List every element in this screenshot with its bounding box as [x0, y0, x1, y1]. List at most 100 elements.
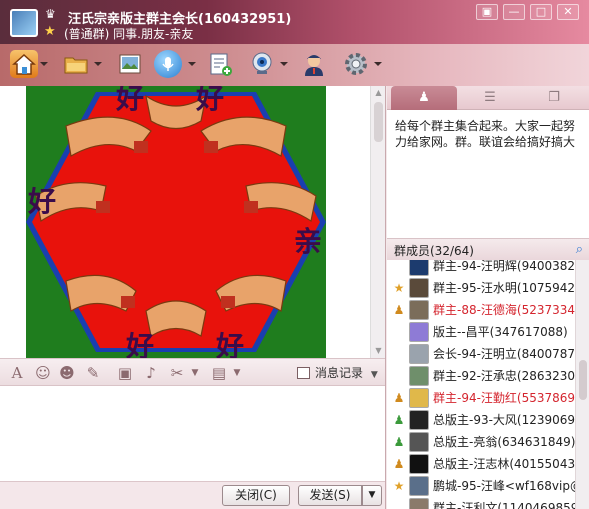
member-count: 群成员(32/64) — [394, 244, 474, 258]
image-icon[interactable]: ▣ — [116, 364, 134, 382]
close-button[interactable]: 关闭(C) — [222, 485, 290, 506]
member-name: 群主-92-汪承忠(2863230... — [433, 369, 575, 383]
close-window-button[interactable]: ✕ — [557, 4, 579, 20]
format-toolbar: A ☺ ☻ ✎ ▣ ♪ ✂ ▼ ▤ ▼ 消息记录 ▼ — [0, 358, 385, 386]
send-options-dropdown-icon[interactable]: ▼ — [362, 485, 382, 506]
message-area[interactable]: 好 好 好 亲 好 好 — [0, 86, 370, 358]
list-item[interactable]: ♟ 总版主-亮翁(634631849) — [387, 431, 575, 453]
webcam-dropdown-icon[interactable] — [280, 62, 288, 66]
member-role-icon — [392, 368, 406, 384]
list-item[interactable]: 群主-汪利文(1140469859) — [387, 497, 575, 509]
folder-button[interactable] — [62, 48, 102, 80]
screenshot-dropdown-icon[interactable]: ▼ — [186, 364, 204, 382]
avatar — [409, 322, 429, 342]
member-role-icon — [392, 260, 406, 274]
member-role-icon — [392, 500, 406, 509]
member-list-scroll-thumb[interactable] — [579, 360, 587, 400]
magic-face-icon[interactable]: ☻ — [58, 364, 76, 382]
person-icon: ♟ — [418, 90, 430, 105]
svg-text:好: 好 — [27, 185, 56, 218]
voice-button[interactable] — [154, 48, 198, 80]
maximize-button[interactable]: □ — [530, 4, 552, 20]
window-menu-icon[interactable]: ▣ — [476, 4, 498, 20]
settings-button[interactable] — [342, 48, 382, 80]
list-item[interactable]: 版主--昌平(347617088) — [387, 321, 575, 343]
history-icon — [297, 367, 310, 379]
scroll-up-icon[interactable]: ▲ — [374, 88, 383, 97]
home-icon — [10, 50, 38, 78]
list-item[interactable]: ★ 鹏城-95-汪峰<wf168vip@... — [387, 475, 575, 497]
list-item[interactable]: 会长-94-汪明立(840078796) — [387, 343, 575, 365]
member-list-scrollbar[interactable] — [575, 260, 589, 509]
tab-windows[interactable]: ❐ — [521, 86, 587, 110]
notes-add-icon — [206, 50, 234, 78]
shared-image[interactable]: 好 好 好 亲 好 好 — [26, 86, 326, 358]
list-item[interactable]: ♟ 群主-94-汪勤红(553786977) — [387, 387, 575, 409]
search-icon[interactable]: ⌕ — [576, 242, 583, 257]
member-name: 群主-汪利文(1140469859) — [433, 501, 575, 509]
star-icon: ★ — [44, 24, 56, 39]
member-name: 总版主-93-大风(123906945) — [433, 413, 575, 427]
settings-icon — [342, 50, 370, 78]
list-icon: ☰ — [484, 90, 496, 105]
voice-icon — [154, 50, 182, 78]
list-item[interactable]: ★ 群主-95-汪水明(1075942... — [387, 277, 575, 299]
group-avatar[interactable] — [10, 9, 38, 37]
message-scrollbar[interactable]: ▲ ▼ — [370, 86, 385, 358]
scroll-down-icon[interactable]: ▼ — [374, 346, 383, 355]
group-subtitle: (普通群) 同事.朋友-亲友 — [64, 27, 194, 41]
chat-pane: 好 好 好 亲 好 好 ▲ ▼ A ☺ ☻ ✎ ▣ ♪ ✂ ▼ ▤ ▼ 消息记录 — [0, 86, 386, 509]
avatar — [409, 366, 429, 386]
quick-reply-icon[interactable]: ▤ — [210, 364, 228, 382]
member-name: 群主-88-汪德海(523733467) — [433, 303, 575, 317]
message-history-button[interactable]: 消息记录 ▼ — [297, 363, 378, 383]
admin-button[interactable] — [300, 48, 328, 80]
message-input[interactable] — [0, 386, 385, 481]
member-name: 总版主-亮翁(634631849) — [433, 435, 575, 449]
list-item[interactable]: 群主-92-汪承忠(2863230... — [387, 365, 575, 387]
music-icon[interactable]: ♪ — [142, 364, 160, 382]
list-item[interactable]: ♟ 总版主-汪志林(401550431) — [387, 453, 575, 475]
avatar — [409, 410, 429, 430]
member-role-icon — [392, 346, 406, 362]
album-button[interactable] — [116, 48, 144, 80]
list-item[interactable]: 群主-94-汪明辉(940038200) — [387, 260, 575, 277]
emoji-icon[interactable]: ☺ — [34, 364, 52, 382]
home-button[interactable] — [10, 48, 48, 80]
list-item[interactable]: ♟ 总版主-93-大风(123906945) — [387, 409, 575, 431]
font-icon[interactable]: A — [8, 364, 26, 382]
webcam-button[interactable] — [248, 48, 288, 80]
right-pane: ♟ ☰ ❐ 给每个群主集合起来。大家一起努力给家网。群。联谊会给搞好搞大 群成员… — [387, 86, 589, 509]
avatar — [409, 454, 429, 474]
member-role-icon: ♟ — [393, 457, 405, 471]
message-scroll-thumb[interactable] — [374, 102, 383, 142]
star-member-icon: ★ — [393, 281, 405, 295]
screenshot-scissors-icon[interactable]: ✂ — [168, 364, 186, 382]
avatar — [409, 344, 429, 364]
minimize-button[interactable]: — — [503, 4, 525, 20]
avatar — [409, 476, 429, 496]
send-button[interactable]: 发送(S) — [298, 485, 362, 506]
home-dropdown-icon[interactable] — [40, 62, 48, 66]
folder-dropdown-icon[interactable] — [94, 62, 102, 66]
member-role-icon — [392, 324, 406, 340]
avatar — [409, 388, 429, 408]
svg-text:亲: 亲 — [294, 225, 322, 258]
list-item[interactable]: ♟ 群主-88-汪德海(523733467) — [387, 299, 575, 321]
folder-icon — [62, 50, 90, 78]
tab-list[interactable]: ☰ — [457, 86, 523, 110]
admin-member-icon: ♟ — [393, 303, 405, 317]
admin-member-icon: ♟ — [393, 391, 405, 405]
star-member-icon: ★ — [393, 479, 405, 493]
notes-button[interactable] — [206, 48, 234, 80]
tab-members[interactable]: ♟ — [391, 86, 457, 110]
member-list-header: 群成员(32/64) ⌕ — [387, 238, 589, 260]
voice-dropdown-icon[interactable] — [188, 62, 196, 66]
avatar — [409, 260, 429, 276]
settings-dropdown-icon[interactable] — [374, 62, 382, 66]
handwriting-icon[interactable]: ✎ — [84, 364, 102, 382]
quick-reply-dropdown-icon[interactable]: ▼ — [228, 364, 246, 382]
svg-text:好: 好 — [215, 330, 244, 358]
history-dropdown-icon[interactable]: ▼ — [371, 370, 378, 380]
member-name: 总版主-汪志林(401550431) — [433, 457, 575, 471]
